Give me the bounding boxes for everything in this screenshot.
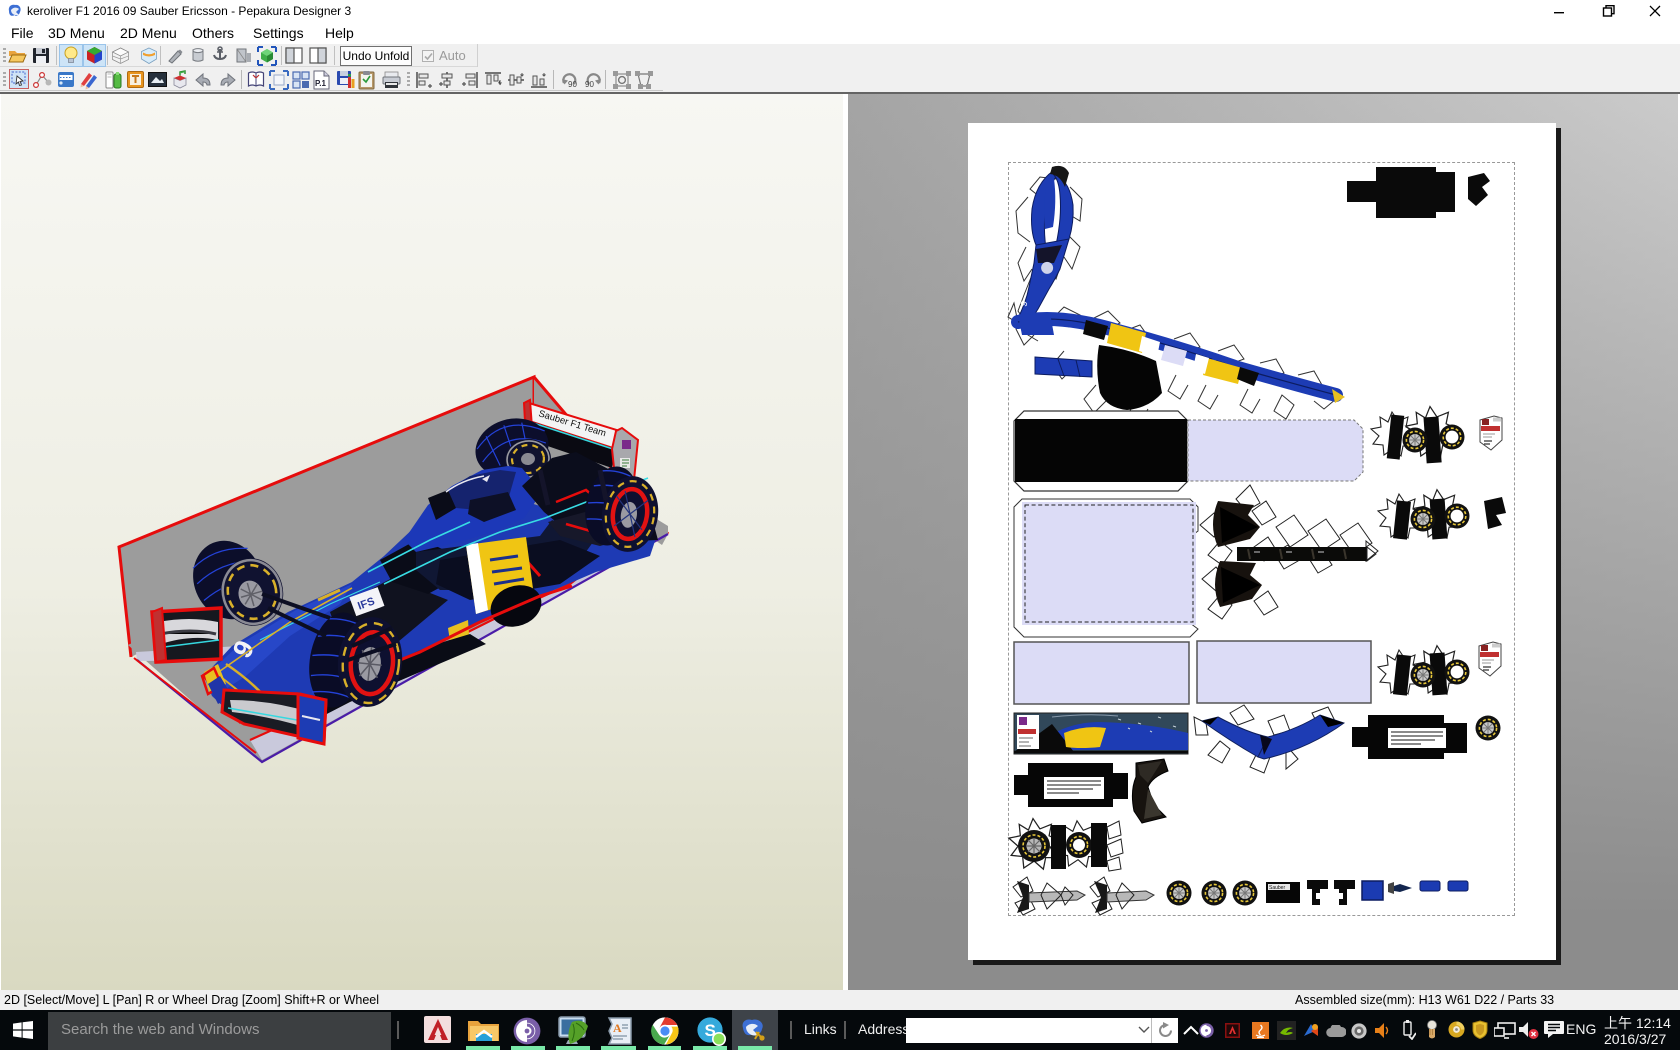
svg-text:P.1: P.1 <box>315 79 327 88</box>
svg-text:90: 90 <box>585 80 594 89</box>
svg-text:A: A <box>613 1021 622 1035</box>
svg-text:90: 90 <box>568 80 577 89</box>
svg-text:Sauber: Sauber <box>1269 885 1285 891</box>
